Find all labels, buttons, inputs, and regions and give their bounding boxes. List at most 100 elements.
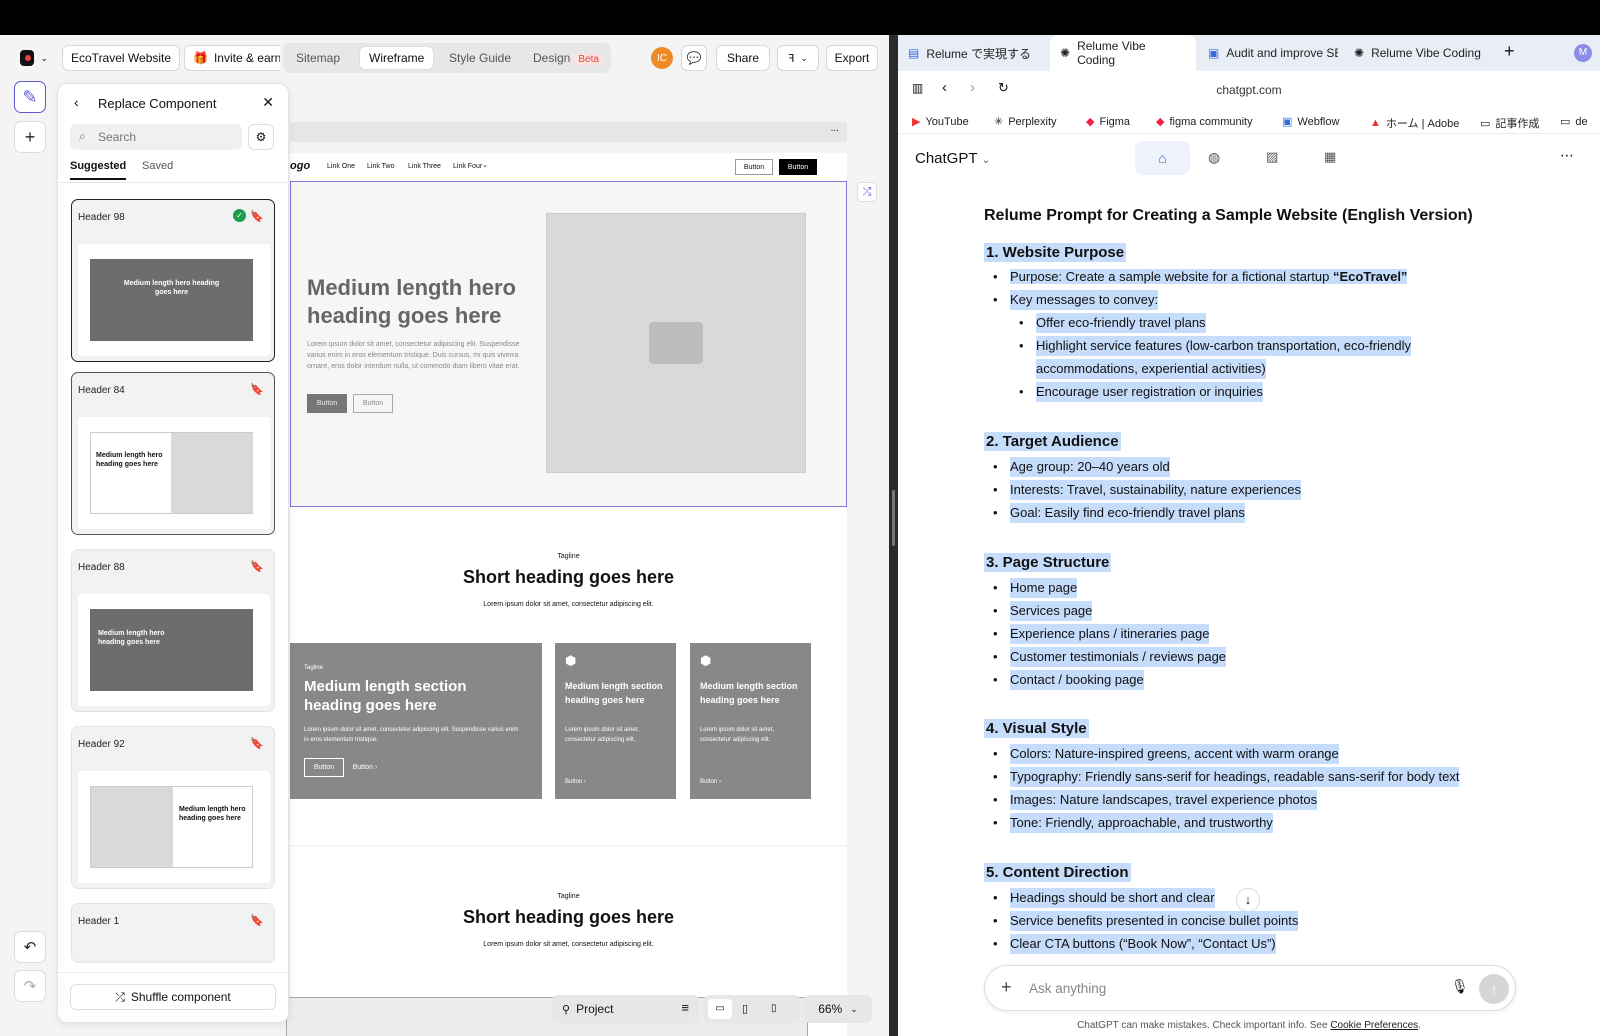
sidebar-toggle-icon[interactable]: ▥ [912, 81, 923, 95]
section-heading: 2. Target Audience [984, 432, 1121, 451]
bookmark-folder[interactable]: ▭ 記事作成 [1480, 115, 1539, 131]
hero-primary-button[interactable]: Button [307, 394, 347, 413]
plus-icon[interactable]: + [1001, 977, 1012, 998]
resize-handle[interactable] [892, 490, 895, 546]
relume-app: ⌄ EcoTravel Website 🎁 Invite & earn Sitem… [0, 35, 889, 1036]
bookmark-icon[interactable]: 🔖 [250, 737, 264, 750]
feature-card-small[interactable]: ⬢ Medium length section heading goes her… [555, 643, 676, 799]
bookmark-webflow[interactable]: ▣ Webflow [1282, 115, 1339, 129]
card-button[interactable]: Button [304, 758, 344, 777]
browser-tab[interactable]: ✺ Relume Vibe Coding [1344, 35, 1494, 71]
close-icon[interactable]: ✕ [262, 94, 274, 111]
message-input[interactable]: Ask anything [1029, 981, 1106, 996]
model-selector[interactable]: ChatGPT ⌄ [915, 150, 991, 167]
section-tagline: Tagline [557, 893, 580, 900]
redo-button[interactable]: ↷ [14, 970, 46, 1002]
reload-icon[interactable]: ↻ [998, 80, 1009, 96]
canvas[interactable]: ... ogo Link One Link Two Link Three Lin… [252, 35, 889, 1036]
component-card-header-84[interactable]: Header 84 🔖 Medium length hero heading g… [71, 372, 275, 535]
home-icon[interactable]: ⌂ [1135, 141, 1190, 175]
send-button[interactable]: ↑ [1479, 974, 1509, 1004]
globe-icon[interactable]: ◍ [1208, 149, 1220, 166]
tab-saved[interactable]: Saved [142, 160, 173, 172]
section-heading: 4. Visual Style [984, 719, 1089, 738]
section-body: Lorem ipsum dolor sit amet, consectetur … [483, 601, 654, 608]
mobile-view-icon[interactable]: ▯ [771, 999, 777, 1019]
bookmark-figma-community[interactable]: ◆ figma community [1156, 115, 1253, 129]
browser-tab[interactable]: ▤Relume で実現する「Vi [898, 35, 1038, 71]
bookmark-perplexity[interactable]: ✳ Perplexity [994, 115, 1057, 129]
desktop-view-icon[interactable]: ▭ [708, 999, 732, 1019]
card-heading: Medium length section heading goes here [304, 678, 467, 714]
nav-link[interactable]: Link Three [408, 163, 441, 170]
component-thumbnail: Medium length hero heading goes here [78, 417, 270, 529]
replace-component-panel: ‹ Replace Component ✕ ⌕ Search ⚙ Suggest… [57, 83, 289, 1023]
back-icon[interactable]: ‹ [942, 79, 947, 96]
window-divider[interactable] [889, 35, 898, 1036]
bookmark-icon[interactable]: 🔖 [250, 560, 264, 573]
microphone-icon[interactable]: 🎙 [1451, 978, 1469, 995]
card-link-button[interactable]: Button › [700, 779, 721, 785]
nav-link[interactable]: Link One [327, 163, 355, 170]
section-body: Lorem ipsum dolor sit amet, consectetur … [483, 941, 654, 948]
ai-edit-button[interactable]: ✎ [14, 81, 46, 113]
shuffle-component-button[interactable]: ⤮ Shuffle component [70, 984, 276, 1010]
component-card-header-88[interactable]: Header 88 🔖 Medium length hero heading g… [71, 549, 275, 712]
project-menu-button[interactable]: ⚲ Project ≡ [552, 995, 699, 1023]
bookmark-adobe[interactable]: ▲ ホーム | Adobe [1370, 115, 1459, 131]
component-card-header-1[interactable]: Header 1 🔖 [71, 903, 275, 963]
bookmark-icon[interactable]: 🔖 [250, 383, 264, 396]
relume-logo-menu[interactable]: ⌄ [14, 45, 54, 71]
relume-logo-icon [20, 50, 35, 66]
feature-card-small[interactable]: ⬢ Medium length section heading goes her… [690, 643, 811, 799]
calendar-icon[interactable]: ▦ [1324, 149, 1336, 165]
bookmark-icon[interactable]: 🔖 [250, 914, 264, 927]
bookmark-folder[interactable]: ▭ de [1560, 115, 1600, 129]
nav-link[interactable]: Link Four [453, 163, 482, 170]
card-link-button[interactable]: Button › [348, 758, 382, 777]
scroll-down-button[interactable]: ↓ [1236, 888, 1260, 912]
bookmark-youtube[interactable]: ▶ YouTube [912, 115, 969, 129]
zoom-select[interactable]: 66% ⌄ [804, 995, 872, 1023]
hero-secondary-button[interactable]: Button [353, 394, 393, 413]
forward-icon[interactable]: › [970, 79, 975, 96]
navbar-section[interactable]: ogo Link One Link Two Link Three Link Fo… [290, 153, 847, 181]
feature-section[interactable]: Tagline Short heading goes here Lorem ip… [290, 507, 847, 845]
more-options-icon[interactable]: ⋯ [1560, 147, 1574, 164]
add-button[interactable]: + [14, 121, 46, 153]
list-item: Age group: 20–40 years old [993, 457, 1170, 477]
bookmark-figma[interactable]: ◆ Figma [1086, 115, 1130, 129]
image-icon[interactable]: ▨ [1266, 149, 1278, 165]
browser-tab-active[interactable]: ✺ Relume Vibe Coding [1050, 35, 1196, 71]
folder-icon: ▭ [1560, 116, 1571, 128]
component-card-header-92[interactable]: Header 92 🔖 Medium length hero heading g… [71, 726, 275, 889]
hero-section-selected[interactable]: Medium length hero heading goes here Lor… [290, 181, 847, 507]
tab-suggested[interactable]: Suggested [70, 160, 127, 180]
feature-card-large[interactable]: Tagline Medium length section heading go… [290, 643, 542, 799]
hero-image-placeholder [546, 213, 806, 473]
card-link-button[interactable]: Button › [565, 779, 586, 785]
project-button[interactable]: EcoTravel Website [62, 45, 181, 71]
back-icon[interactable]: ‹ [74, 94, 79, 110]
list-item: Encourage user registration or inquiries [1019, 382, 1263, 402]
frame-menu-icon[interactable]: ... [831, 123, 839, 134]
shuffle-section-button[interactable]: ⤮ [857, 182, 877, 202]
address-bar-row: ▥ ‹ › ↻ chatgpt.com [898, 71, 1600, 108]
shuffle-icon: ⤮ [862, 185, 872, 198]
bookmark-icon[interactable]: 🔖 [250, 210, 264, 223]
component-thumbnail: Medium length hero heading goes here [78, 594, 270, 706]
nav-primary-button[interactable]: Button [779, 159, 817, 175]
tablet-view-icon[interactable]: ▯ [742, 999, 748, 1019]
composer: + Ask anything 🎙 ↑ [984, 965, 1516, 1011]
profile-avatar[interactable]: M [1574, 44, 1592, 62]
new-tab-icon[interactable]: + [1504, 41, 1515, 62]
component-card-header-98[interactable]: Header 98 ✓ 🔖 Medium length hero heading… [71, 199, 275, 362]
search-input[interactable]: ⌕ Search [70, 124, 242, 150]
nav-secondary-button[interactable]: Button [735, 159, 773, 175]
list-item: Colors: Nature-inspired greens, accent w… [993, 744, 1339, 764]
nav-link[interactable]: Link Two [367, 163, 395, 170]
browser-tab[interactable]: ▣ Audit and improve SE [1198, 35, 1338, 71]
undo-button[interactable]: ↶ [14, 931, 46, 963]
filter-button[interactable]: ⚙ [248, 124, 274, 150]
cookie-preferences-link[interactable]: Cookie Preferences [1330, 1020, 1418, 1031]
